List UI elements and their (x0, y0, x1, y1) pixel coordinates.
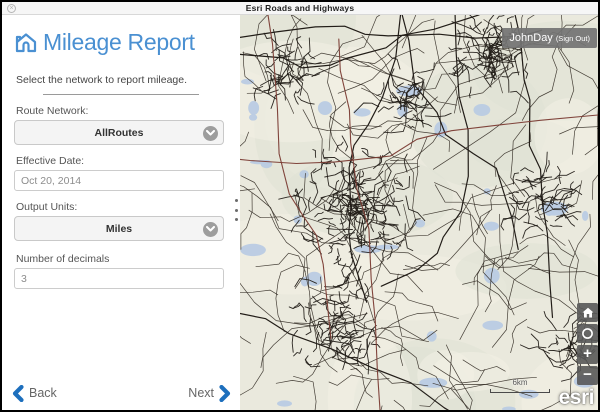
output-units-label: Output Units: (16, 201, 226, 213)
output-units-value: Miles (106, 223, 132, 235)
esri-logo: esri (559, 386, 594, 410)
chevron-down-icon (203, 126, 218, 141)
divider (43, 94, 199, 95)
page-title: Mileage Report (43, 29, 195, 56)
scale-line (490, 389, 550, 393)
back-button[interactable]: Back (12, 385, 57, 402)
window-close-icon[interactable]: × (7, 4, 16, 13)
next-label: Next (188, 386, 214, 400)
map-canvas[interactable]: JohnDay (Sign Out) + − (240, 15, 598, 410)
locate-icon (581, 327, 594, 340)
route-network-label: Route Network: (16, 105, 226, 117)
next-button[interactable]: Next (188, 385, 231, 402)
back-label: Back (29, 386, 57, 400)
chevron-left-icon (12, 385, 24, 402)
decimals-label: Number of decimals (16, 253, 226, 265)
map-scalebar: 6km (490, 378, 550, 393)
app-title: Esri Roads and Highways (246, 3, 355, 13)
map-home-button[interactable] (577, 303, 598, 322)
route-network-dropdown[interactable]: AllRoutes (14, 120, 224, 145)
locate-button[interactable] (577, 324, 598, 343)
screenshot-frame: × Esri Roads and Highways Mileage Report… (0, 0, 600, 412)
wizard-nav: Back Next (12, 384, 231, 402)
mileage-report-panel: Mileage Report Select the network to rep… (2, 15, 240, 410)
route-network-value: AllRoutes (94, 127, 143, 139)
chevron-down-icon (203, 222, 218, 237)
panel-splitter-handle[interactable] (233, 199, 239, 221)
zoom-out-button[interactable]: − (577, 366, 598, 385)
zoom-in-button[interactable]: + (577, 345, 598, 364)
panel-subtitle: Select the network to report mileage. (16, 74, 240, 86)
map-controls: + − (577, 303, 598, 385)
decimals-input[interactable] (14, 268, 224, 289)
effective-date-input[interactable] (14, 170, 224, 191)
panel-title-row: Mileage Report (15, 29, 240, 56)
home-icon (15, 33, 37, 53)
effective-date-label: Effective Date: (16, 155, 226, 167)
mileage-form: Route Network: AllRoutes Effective Date:… (14, 105, 228, 289)
chevron-right-icon (219, 385, 231, 402)
user-badge: JohnDay (Sign Out) (502, 28, 597, 48)
app-header: × Esri Roads and Highways (2, 2, 598, 15)
user-name: JohnDay (509, 32, 552, 44)
map-roads-svg (240, 15, 598, 410)
output-units-dropdown[interactable]: Miles (14, 216, 224, 241)
home-icon (582, 307, 594, 318)
scale-label: 6km (490, 378, 550, 387)
app-window: × Esri Roads and Highways Mileage Report… (2, 2, 598, 410)
sign-out-link[interactable]: (Sign Out) (556, 34, 590, 43)
minus-icon: − (583, 368, 592, 382)
plus-icon: + (583, 347, 592, 361)
